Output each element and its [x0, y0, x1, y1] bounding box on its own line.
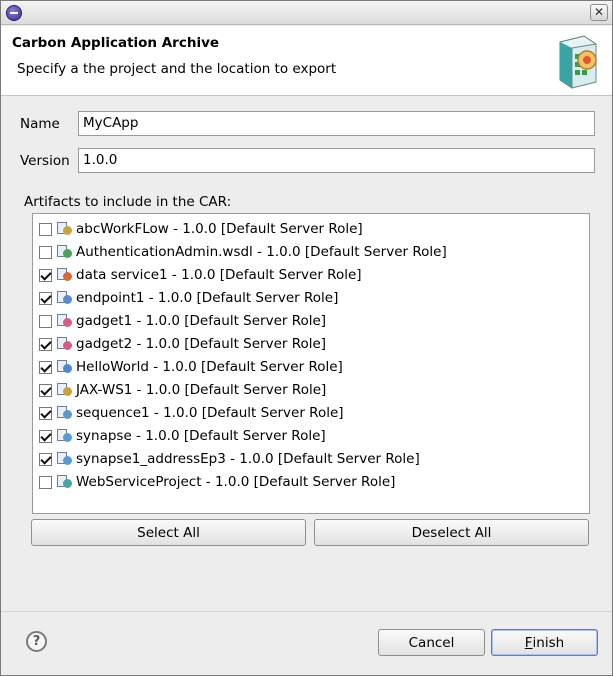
artifact-label: JAX-WS1 - 1.0.0 [Default Server Role] — [76, 382, 327, 398]
artifact-list-item[interactable]: data service1 - 1.0.0 [Default Server Ro… — [39, 264, 579, 286]
artifact-label: sequence1 - 1.0.0 [Default Server Role] — [76, 405, 344, 421]
artifact-type-icon — [57, 336, 73, 352]
artifact-checkbox[interactable] — [39, 452, 52, 466]
artifact-label: abcWorkFLow - 1.0.0 [Default Server Role… — [76, 221, 363, 237]
close-icon: ✕ — [593, 5, 605, 19]
artifact-checkbox[interactable] — [39, 429, 52, 443]
cancel-button[interactable]: Cancel — [378, 629, 485, 656]
finish-button[interactable]: Finish — [491, 629, 598, 656]
artifact-checkbox[interactable] — [39, 314, 52, 328]
artifact-type-icon — [57, 221, 73, 237]
artifact-list-item[interactable]: sequence1 - 1.0.0 [Default Server Role] — [39, 402, 579, 424]
finish-mnemonic: F — [524, 634, 533, 651]
export-dialog-window: ✕ Carbon Application Archive Specify a t… — [0, 0, 613, 676]
eclipse-app-icon — [6, 5, 22, 21]
artifact-label: WebServiceProject - 1.0.0 [Default Serve… — [76, 474, 396, 490]
artifacts-label: Artifacts to include in the CAR: — [24, 194, 232, 210]
title-bar[interactable]: ✕ — [1, 1, 612, 25]
name-label: Name — [20, 116, 60, 132]
artifact-label: HelloWorld - 1.0.0 [Default Server Role] — [76, 359, 343, 375]
deselect-all-button[interactable]: Deselect All — [314, 519, 589, 546]
artifact-label: AuthenticationAdmin.wsdl - 1.0.0 [Defaul… — [76, 244, 447, 260]
finish-label: inish — [532, 634, 565, 651]
select-all-button[interactable]: Select All — [31, 519, 306, 546]
artifact-checkbox[interactable] — [39, 475, 52, 489]
version-label: Version — [20, 153, 70, 169]
artifact-label: gadget1 - 1.0.0 [Default Server Role] — [76, 313, 327, 329]
artifact-list-item[interactable]: synapse1_addressEp3 - 1.0.0 [Default Ser… — [39, 448, 579, 470]
artifact-type-icon — [57, 451, 73, 467]
artifact-type-icon — [57, 313, 73, 329]
artifact-type-icon — [57, 405, 73, 421]
artifact-list-item[interactable]: gadget1 - 1.0.0 [Default Server Role] — [39, 310, 579, 332]
artifact-checkbox[interactable] — [39, 337, 52, 351]
name-field[interactable]: MyCApp — [78, 111, 595, 136]
artifact-type-icon — [57, 267, 73, 283]
artifact-list-item[interactable]: JAX-WS1 - 1.0.0 [Default Server Role] — [39, 379, 579, 401]
help-icon[interactable]: ? — [26, 631, 47, 652]
carbon-archive-wizard-icon — [559, 35, 597, 89]
artifact-list-item[interactable]: AuthenticationAdmin.wsdl - 1.0.0 [Defaul… — [39, 241, 579, 263]
artifact-type-icon — [57, 382, 73, 398]
artifact-checkbox[interactable] — [39, 360, 52, 374]
artifact-type-icon — [57, 474, 73, 490]
wizard-title: Carbon Application Archive — [12, 35, 220, 51]
artifact-list-item[interactable]: gadget2 - 1.0.0 [Default Server Role] — [39, 333, 579, 355]
artifact-checkbox[interactable] — [39, 222, 52, 236]
close-window-button[interactable]: ✕ — [590, 4, 608, 21]
artifact-list-item[interactable]: HelloWorld - 1.0.0 [Default Server Role] — [39, 356, 579, 378]
artifact-list-item[interactable]: endpoint1 - 1.0.0 [Default Server Role] — [39, 287, 579, 309]
artifact-list-item[interactable]: synapse - 1.0.0 [Default Server Role] — [39, 425, 579, 447]
artifact-type-icon — [57, 428, 73, 444]
artifact-checkbox[interactable] — [39, 268, 52, 282]
artifact-type-icon — [57, 244, 73, 260]
artifact-label: data service1 - 1.0.0 [Default Server Ro… — [76, 267, 362, 283]
artifact-checkbox[interactable] — [39, 245, 52, 259]
wizard-description: Specify a the project and the location t… — [17, 61, 337, 77]
version-field[interactable]: 1.0.0 — [78, 148, 595, 173]
artifact-label: synapse - 1.0.0 [Default Server Role] — [76, 428, 326, 444]
artifact-type-icon — [57, 359, 73, 375]
artifact-label: gadget2 - 1.0.0 [Default Server Role] — [76, 336, 327, 352]
artifact-checkbox[interactable] — [39, 406, 52, 420]
artifacts-checklist[interactable]: abcWorkFLow - 1.0.0 [Default Server Role… — [32, 213, 590, 514]
wizard-header-banner: Carbon Application Archive Specify a the… — [1, 26, 612, 96]
footer-divider — [1, 611, 612, 612]
artifact-checkbox[interactable] — [39, 291, 52, 305]
artifact-checkbox[interactable] — [39, 383, 52, 397]
artifact-list-item[interactable]: abcWorkFLow - 1.0.0 [Default Server Role… — [39, 218, 579, 240]
artifact-list-item[interactable]: WebServiceProject - 1.0.0 [Default Serve… — [39, 471, 579, 493]
artifact-label: endpoint1 - 1.0.0 [Default Server Role] — [76, 290, 339, 306]
artifact-type-icon — [57, 290, 73, 306]
artifact-label: synapse1_addressEp3 - 1.0.0 [Default Ser… — [76, 451, 420, 467]
